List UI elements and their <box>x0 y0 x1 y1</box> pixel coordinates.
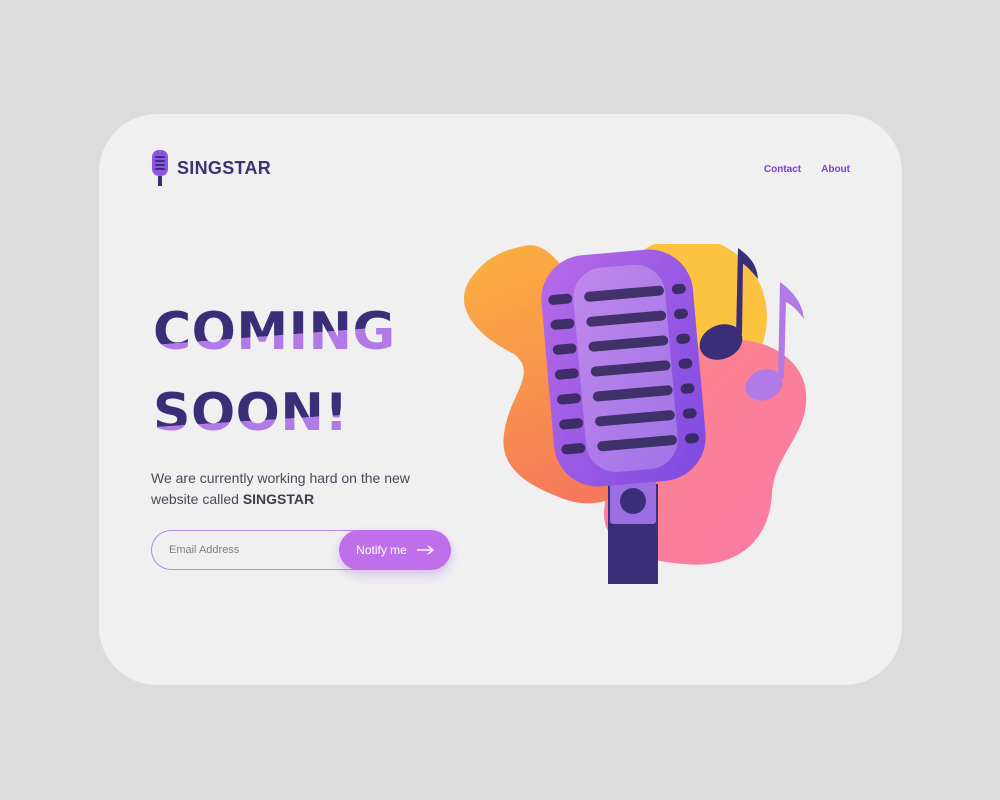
notify-button-label: Notify me <box>356 543 407 557</box>
mic-head <box>541 249 706 487</box>
notify-form: Notify me <box>151 530 451 570</box>
headline: COMING COMING SOON! SOON! <box>151 294 441 444</box>
nav-link-about[interactable]: About <box>821 164 850 175</box>
mic-holder-knob <box>620 488 646 514</box>
brand-name: SINGSTAR <box>177 157 272 178</box>
arrow-right-icon <box>416 545 434 555</box>
brand-logo[interactable]: SINGSTAR <box>151 150 271 186</box>
microphone-icon <box>152 150 168 186</box>
notify-button[interactable]: Notify me <box>339 530 451 570</box>
email-input[interactable] <box>151 530 371 570</box>
top-nav: Contact About <box>764 164 850 175</box>
description-brand: SINGSTAR <box>242 491 315 507</box>
nav-link-contact[interactable]: Contact <box>764 164 801 175</box>
page-card: SINGSTAR Contact About COMING COMING SOO… <box>99 114 902 685</box>
microphone-illustration <box>454 237 824 604</box>
description: We are currently working hard on the new… <box>151 468 451 510</box>
